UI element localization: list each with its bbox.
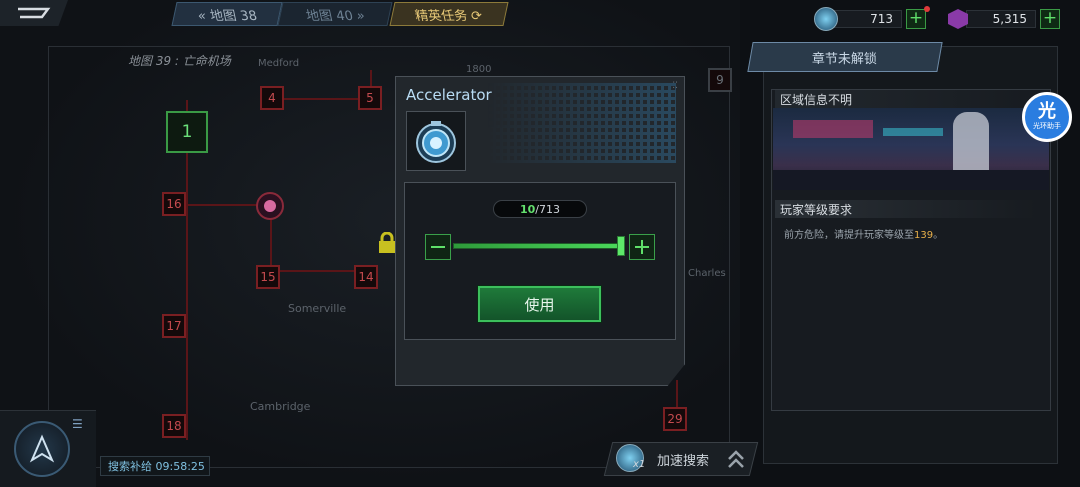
use-button[interactable]: 使用 (477, 285, 602, 323)
map-node-29[interactable]: 29 (663, 407, 687, 431)
notification-dot-icon (924, 6, 930, 12)
double-chevron-up-icon (726, 447, 746, 471)
crystal-icon (948, 9, 968, 29)
compass-button[interactable] (14, 421, 70, 477)
region-image (773, 108, 1049, 190)
add-crystals-button[interactable]: + (1040, 9, 1060, 29)
slider-fill (454, 244, 620, 248)
back-button[interactable] (0, 0, 68, 26)
badge-char: 光 (1038, 101, 1056, 122)
add-gems-button[interactable]: + (906, 9, 926, 29)
gem-currency: 713 + (814, 6, 930, 31)
required-level: 139 (914, 230, 934, 241)
chapter-status: 章节未解锁 (812, 51, 878, 67)
accelerate-search-label: 加速搜索 (657, 454, 710, 469)
elite-label: 精英任务 ⟳ (414, 5, 482, 24)
map-label-cambridge: Cambridge (250, 400, 311, 413)
requirement-message: 前方危险，请提升玩家等级至 (784, 230, 914, 241)
compass-panel: ☰ (0, 410, 96, 487)
back-arrow-icon (18, 7, 51, 19)
enemy-core-icon (264, 200, 276, 212)
map-label-somerville: Somerville (288, 302, 347, 315)
map-node-17[interactable]: 17 (162, 314, 186, 338)
plus-icon (635, 240, 649, 254)
map-node-16[interactable]: 16 (162, 192, 186, 216)
map-path (270, 98, 370, 100)
tab-next-map[interactable]: 地图 40 » (277, 2, 393, 26)
decrease-button[interactable] (425, 234, 451, 260)
map-node-1[interactable]: 1 (166, 111, 208, 153)
dialog-title: Accelerator (406, 86, 492, 104)
next-map-label: 地图 40 » (304, 5, 364, 24)
requirement-end: 。 (933, 230, 944, 241)
quantity-display: 10/713 (493, 200, 587, 218)
increase-button[interactable] (629, 234, 655, 260)
floor-shape (773, 170, 1049, 190)
tab-prev-map[interactable]: « 地图 38 (171, 2, 283, 26)
crystal-count: 5,315 (966, 10, 1036, 28)
map-label-top: 1800 (466, 64, 492, 75)
neon-strip-shape (883, 128, 943, 136)
level-requirement-heading: 玩家等级要求 (775, 200, 1037, 218)
level-requirement-text: 前方危险，请提升玩家等级至139。 (784, 226, 943, 241)
prev-map-text: 地图 38 (208, 8, 259, 24)
map-path (186, 204, 266, 206)
item-slot (406, 111, 466, 171)
navigation-arrow-icon (29, 434, 55, 463)
pixel-pattern-decoration (486, 83, 676, 163)
slider-handle[interactable] (617, 236, 625, 256)
next-map-text: 地图 40 (304, 8, 355, 24)
selected-quantity: 10 (519, 202, 536, 216)
list-icon[interactable]: ☰ (72, 417, 83, 431)
minus-icon (431, 246, 445, 248)
gem-count: 713 (834, 10, 902, 28)
map-node-5[interactable]: 5 (358, 86, 382, 110)
assistant-badge[interactable]: 光 光环助手 (1022, 92, 1072, 142)
crystal-currency: 5,315 + (948, 8, 1060, 30)
map-node-15[interactable]: 15 (256, 265, 280, 289)
accelerator-item-icon (416, 121, 456, 163)
quantity-slider[interactable] (453, 243, 623, 249)
max-quantity: /713 (535, 202, 560, 216)
elite-text: 精英任务 (414, 8, 470, 24)
map-node-18[interactable]: 18 (162, 414, 186, 438)
map-node-9[interactable]: 9 (708, 68, 732, 92)
prev-map-label: « 地图 38 (198, 5, 259, 24)
map-node-14[interactable]: 14 (354, 265, 378, 289)
enemy-marker-icon[interactable] (256, 192, 284, 220)
chapter-banner: 章节未解锁 (747, 42, 943, 72)
lock-icon (376, 231, 398, 254)
badge-text: 光环助手 (1033, 122, 1061, 130)
map-label-charles: Charles (688, 268, 726, 279)
neon-sign-shape (793, 120, 873, 138)
map-title: 地图 39 : 亡命机场 (128, 54, 231, 68)
supply-timer: 搜索补给 09:58:25 (100, 456, 210, 476)
map-label-medford: Medford (258, 58, 300, 69)
region-heading: 区域信息不明 (775, 90, 1045, 108)
tab-elite-missions[interactable]: 精英任务 ⟳ (389, 2, 509, 26)
accelerator-coin-icon (814, 7, 838, 31)
corner-dots-icon: ⁚⁚ (672, 81, 678, 91)
accelerator-count: x1 (633, 459, 646, 470)
map-node-4[interactable]: 4 (260, 86, 284, 110)
